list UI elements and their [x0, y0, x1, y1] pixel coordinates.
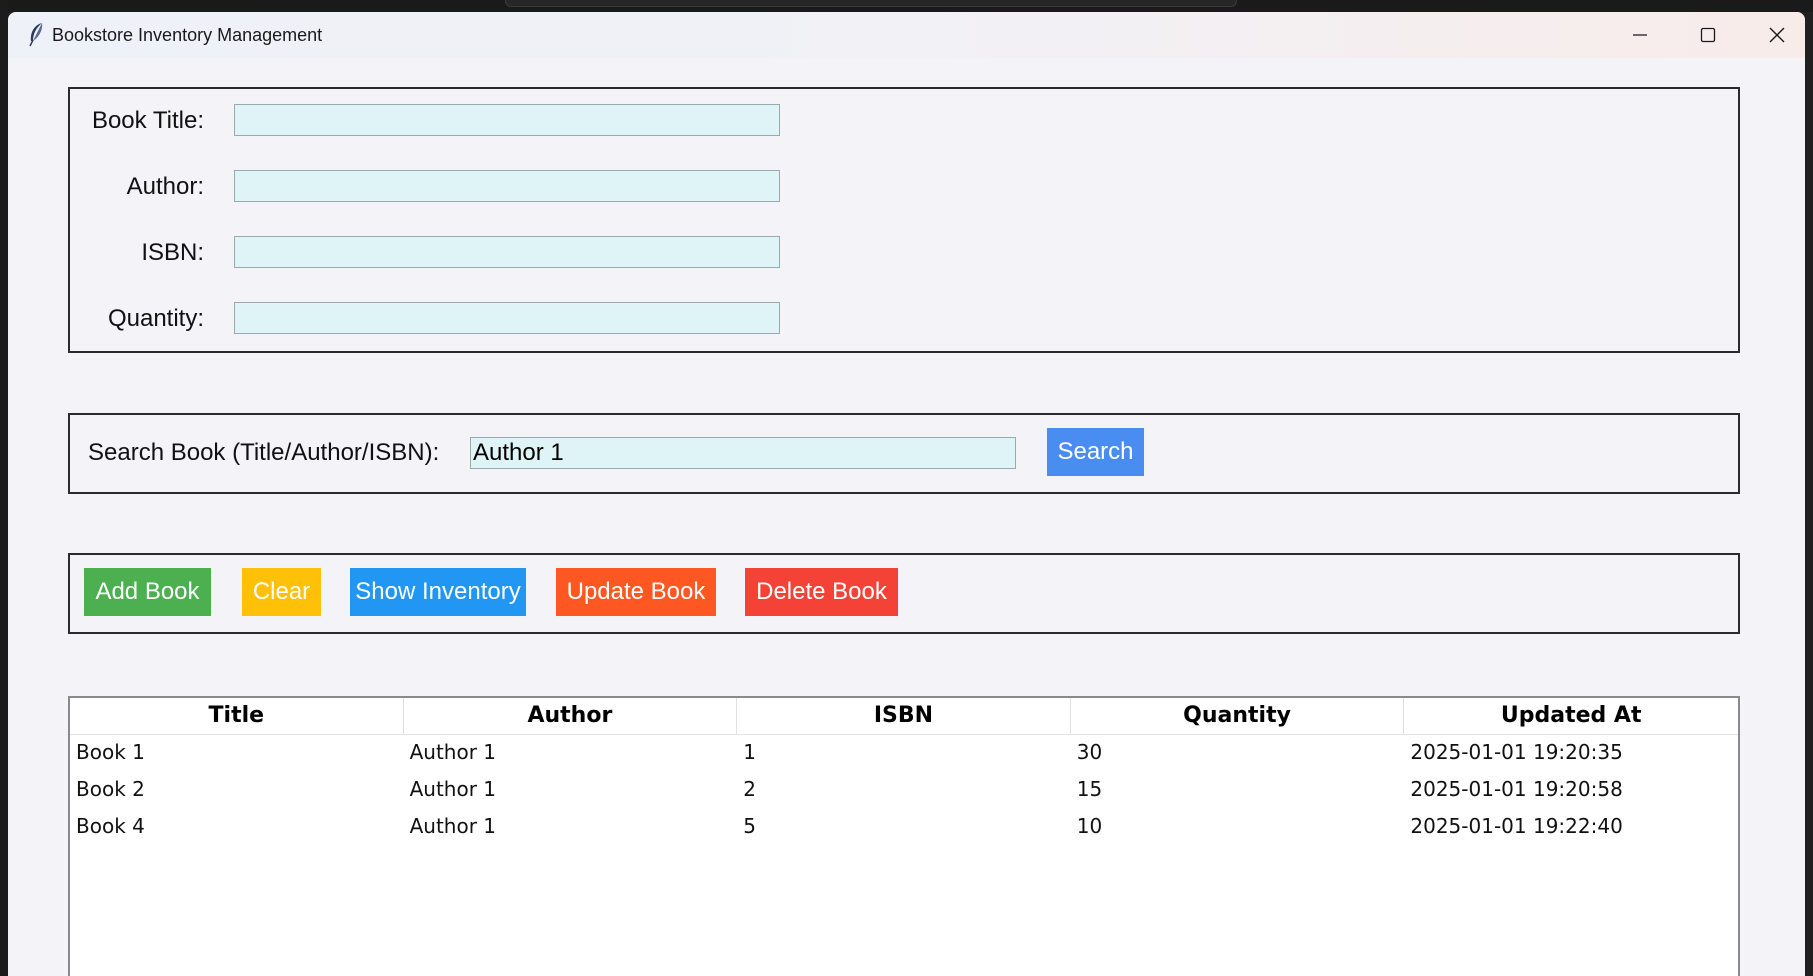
close-icon — [1769, 27, 1785, 43]
cell-isbn: 2 — [743, 777, 756, 801]
title-input[interactable] — [234, 104, 780, 136]
search-button[interactable]: Search — [1047, 428, 1144, 476]
maximize-icon — [1700, 27, 1716, 43]
inventory-table: Title Author ISBN Quantity Updated At Bo… — [68, 696, 1740, 976]
close-button[interactable] — [1743, 12, 1805, 58]
window-title: Bookstore Inventory Management — [52, 25, 323, 45]
actions-panel: Add Book Clear Show Inventory Update Boo… — [68, 553, 1740, 634]
desktop-top-edge — [0, 0, 1813, 12]
quantity-input[interactable] — [234, 302, 780, 334]
minimize-icon — [1633, 34, 1647, 36]
column-header-author[interactable]: Author — [404, 698, 738, 734]
desktop-tab-stub — [505, 0, 1237, 7]
quantity-label: Quantity: — [107, 305, 204, 332]
table-row[interactable]: Book 2 Author 1 2 15 2025-01-01 19:20:58 — [70, 771, 1738, 808]
table-row[interactable]: Book 1 Author 1 1 30 2025-01-01 19:20:35 — [70, 734, 1738, 771]
maximize-button[interactable] — [1674, 12, 1742, 58]
cell-quantity: 30 — [1076, 740, 1103, 764]
desktop-left-edge — [0, 0, 8, 976]
cell-isbn: 5 — [743, 814, 756, 838]
cell-title: Book 2 — [76, 777, 145, 801]
cell-quantity: 15 — [1076, 777, 1103, 801]
author-label: Author: — [126, 173, 204, 200]
cell-updated-at: 2025-01-01 19:22:40 — [1410, 814, 1623, 838]
book-form-panel: Book Title: Author: ISBN: Quantity: — [68, 87, 1740, 353]
cell-author: Author 1 — [409, 740, 497, 764]
cell-isbn: 1 — [743, 740, 756, 764]
table-row[interactable]: Book 4 Author 1 5 10 2025-01-01 19:22:40 — [70, 808, 1738, 845]
delete-book-button[interactable]: Delete Book — [745, 568, 898, 616]
feather-icon — [29, 23, 43, 47]
minimize-button[interactable] — [1606, 12, 1674, 58]
table-header: Title Author ISBN Quantity Updated At — [70, 698, 1738, 735]
isbn-label: ISBN: — [141, 239, 204, 266]
column-header-quantity[interactable]: Quantity — [1071, 698, 1405, 734]
title-label: Book Title: — [91, 107, 204, 134]
app-window: Bookstore Inventory Management Book Titl… — [8, 12, 1805, 976]
cell-quantity: 10 — [1076, 814, 1103, 838]
author-input[interactable] — [234, 170, 780, 202]
search-label: Search Book (Title/Author/ISBN): — [88, 439, 440, 466]
column-header-title[interactable]: Title — [70, 698, 404, 734]
cell-updated-at: 2025-01-01 19:20:35 — [1410, 740, 1623, 764]
update-book-button[interactable]: Update Book — [556, 568, 716, 616]
cell-title: Book 4 — [76, 814, 145, 838]
search-panel: Search Book (Title/Author/ISBN): Search — [68, 413, 1740, 494]
show-inventory-button[interactable]: Show Inventory — [350, 568, 526, 616]
clear-button[interactable]: Clear — [242, 568, 321, 616]
add-book-button[interactable]: Add Book — [84, 568, 211, 616]
column-header-updated-at[interactable]: Updated At — [1404, 698, 1738, 734]
cell-author: Author 1 — [409, 777, 497, 801]
column-header-isbn[interactable]: ISBN — [737, 698, 1071, 734]
search-input[interactable] — [470, 437, 1016, 469]
cell-title: Book 1 — [76, 740, 145, 764]
cell-author: Author 1 — [409, 814, 497, 838]
cell-updated-at: 2025-01-01 19:20:58 — [1410, 777, 1623, 801]
isbn-input[interactable] — [234, 236, 780, 268]
title-bar: Bookstore Inventory Management — [8, 12, 1805, 58]
